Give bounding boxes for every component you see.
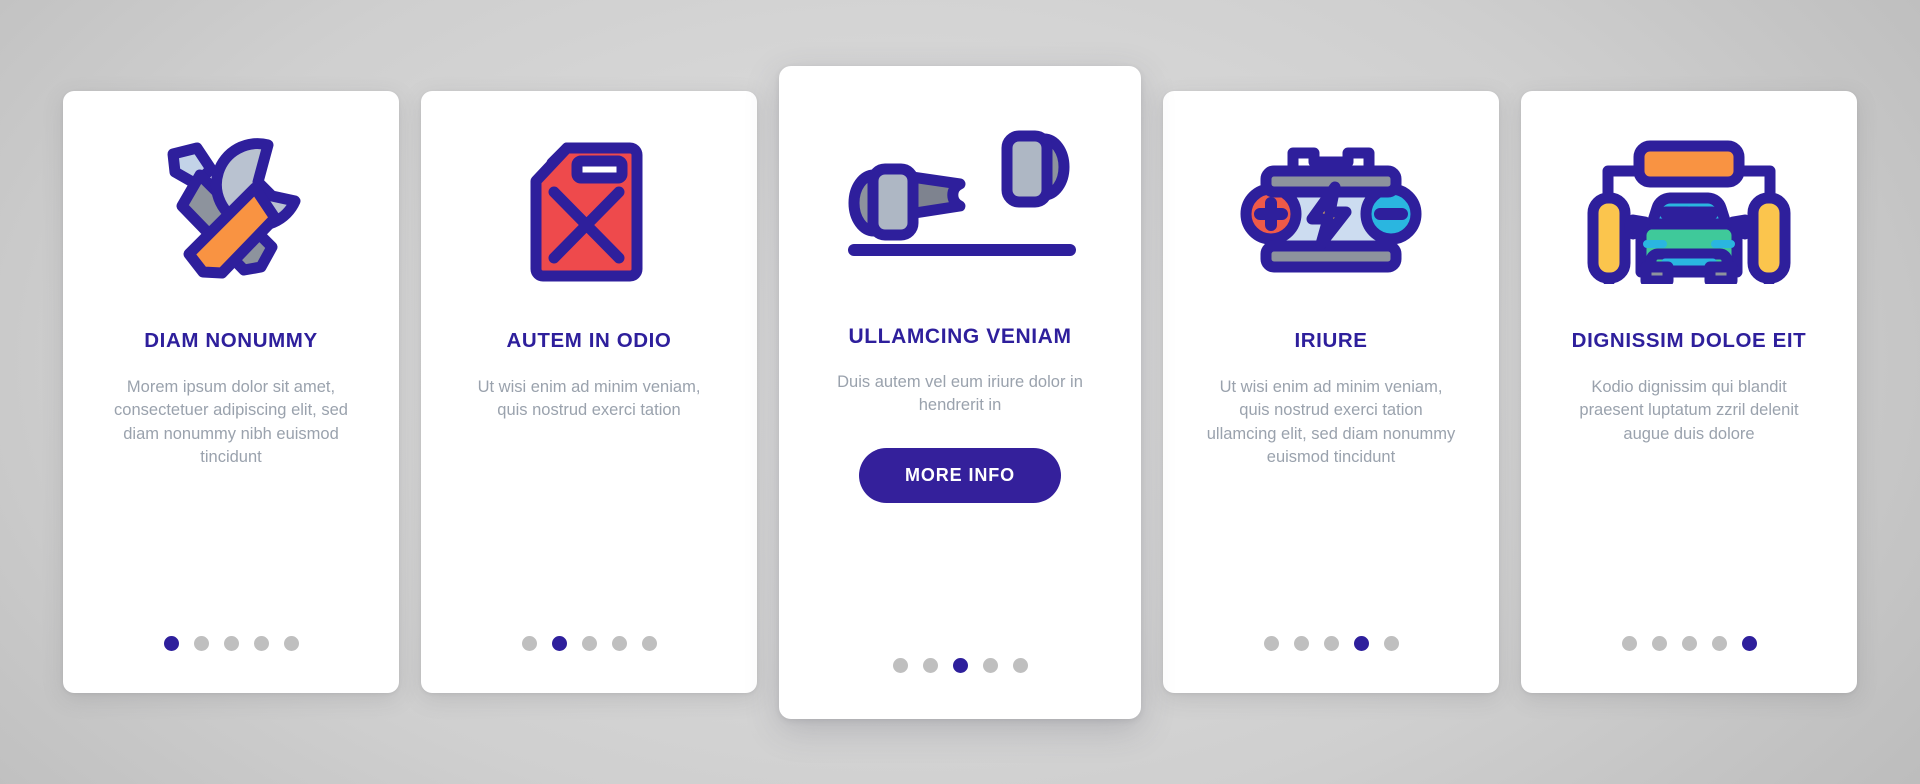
pagination-dot[interactable] <box>1263 636 1279 651</box>
pagination-dots <box>421 636 757 651</box>
card-icon-slot <box>421 91 757 329</box>
card-icon-slot <box>779 66 1141 324</box>
pagination-dot[interactable] <box>1383 636 1399 651</box>
onboarding-card-3-featured[interactable]: ULLAMCING VENIAM Duis autem vel eum iriu… <box>779 65 1141 719</box>
onboarding-card-1[interactable]: DIAM NONUMMY Morem ipsum dolor sit amet,… <box>63 91 399 693</box>
card-title: AUTEM IN ODIO <box>506 329 672 352</box>
wheel-alignment-icon <box>842 127 1078 263</box>
more-info-button[interactable]: MORE INFO <box>858 447 1062 503</box>
card-icon-slot <box>1163 91 1499 329</box>
card-body-text: Duis autem vel eum iriure dolor in hendr… <box>837 372 1083 415</box>
pagination-dots <box>1521 636 1857 651</box>
pagination-dot[interactable] <box>581 636 597 651</box>
pagination-dot[interactable] <box>952 657 968 673</box>
onboarding-card-4[interactable]: IRIURE Ut wisi enim ad minim veniam, qui… <box>1163 91 1499 693</box>
pagination-dot[interactable] <box>1621 636 1637 651</box>
car-wash-icon <box>1577 136 1801 284</box>
onboarding-card-2[interactable]: AUTEM IN ODIO Ut wisi enim ad minim veni… <box>421 91 757 693</box>
card-icon-slot <box>63 91 399 329</box>
fuel-can-icon <box>519 134 659 286</box>
pagination-dot[interactable] <box>1711 636 1727 651</box>
pagination-dot[interactable] <box>1012 657 1028 673</box>
card-icon-slot <box>1521 91 1857 329</box>
pagination-dot[interactable] <box>163 636 179 651</box>
card-body-text: Ut wisi enim ad minim veniam, quis nostr… <box>1206 377 1456 467</box>
pagination-dot[interactable] <box>253 636 269 651</box>
card-title: DIGNISSIM DOLOE EIT <box>1571 329 1807 352</box>
pagination-dot[interactable] <box>551 636 567 651</box>
card-body-text: Kodio dignissim qui blandit praesent lup… <box>1579 377 1799 443</box>
pagination-dot[interactable] <box>1681 636 1697 651</box>
pagination-dot[interactable] <box>922 657 938 673</box>
pagination-dot[interactable] <box>1741 636 1757 651</box>
pagination-dot[interactable] <box>641 636 657 651</box>
pagination-dot[interactable] <box>1651 636 1667 651</box>
card-body-text: Ut wisi enim ad minim veniam, quis nostr… <box>477 377 701 420</box>
pagination-dot[interactable] <box>1323 636 1339 651</box>
pagination-dot[interactable] <box>223 636 239 651</box>
pagination-dot[interactable] <box>193 636 209 651</box>
card-body-text: Morem ipsum dolor sit amet, consectetuer… <box>114 377 348 467</box>
pagination-dots <box>63 636 399 651</box>
card-title: ULLAMCING VENIAM <box>848 324 1072 348</box>
pagination-dot[interactable] <box>1293 636 1309 651</box>
onboarding-card-5[interactable]: DIGNISSIM DOLOE EIT Kodio dignissim qui … <box>1521 91 1857 693</box>
pagination-dot[interactable] <box>611 636 627 651</box>
pagination-dot[interactable] <box>892 657 908 673</box>
pagination-dot[interactable] <box>982 657 998 673</box>
pagination-dots <box>779 657 1141 673</box>
onboarding-card-row: DIAM NONUMMY Morem ipsum dolor sit amet,… <box>0 0 1920 784</box>
pagination-dots <box>1163 636 1499 651</box>
pagination-dot[interactable] <box>1353 636 1369 651</box>
screwdriver-wrench-icon <box>156 136 306 284</box>
car-battery-icon <box>1236 140 1426 280</box>
card-title: DIAM NONUMMY <box>144 329 318 352</box>
card-title: IRIURE <box>1294 329 1368 352</box>
pagination-dot[interactable] <box>283 636 299 651</box>
pagination-dot[interactable] <box>521 636 537 651</box>
